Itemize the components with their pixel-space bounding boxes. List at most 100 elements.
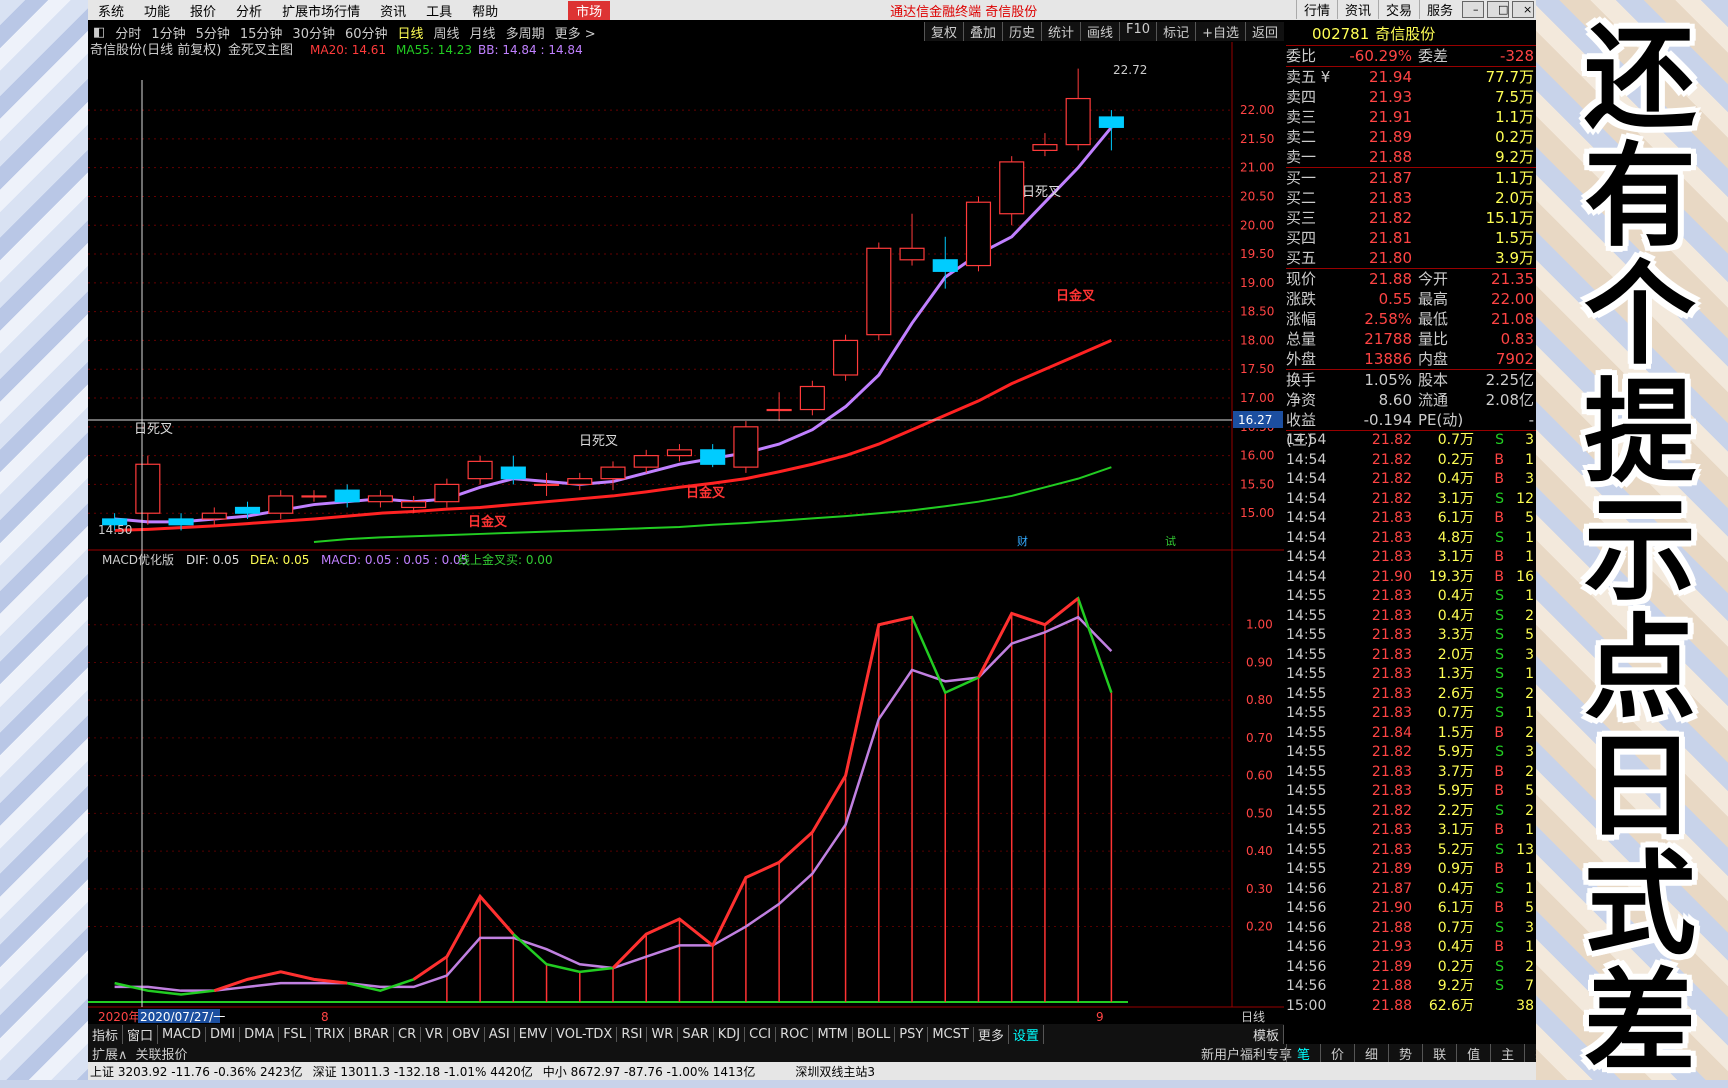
menu-item[interactable]: 资讯 — [370, 1, 416, 20]
chart-canvas[interactable]: 22.00 21.50 21.00 20.50 20.00 19.50 19.00 18.50… — [88, 42, 1284, 1024]
indicator-name[interactable]: 金死叉主图 — [228, 42, 293, 58]
indicator-tab[interactable]: PSY — [895, 1026, 929, 1042]
quote-tab[interactable]: 主 — [1490, 1044, 1524, 1063]
period-button[interactable]: 周线 — [429, 23, 465, 42]
bid-level[interactable]: 买四 21.81 1.5万 — [1286, 228, 1536, 248]
test-marker[interactable]: 试 — [1165, 535, 1176, 548]
tool-button[interactable]: 复权 — [923, 22, 963, 41]
tick-row: 14:55 21.83 0.4万 S 1 — [1286, 588, 1534, 604]
menu-item[interactable]: 功能 — [134, 1, 180, 20]
period-button[interactable]: 分时 — [110, 23, 146, 42]
period-button[interactable]: 15分钟 — [235, 23, 288, 42]
bid-level[interactable]: 买三 21.82 15.1万 — [1286, 208, 1536, 228]
ask-level[interactable]: 卖三 21.91 1.1万 — [1286, 107, 1536, 127]
quote-tab[interactable]: 笔 — [1286, 1044, 1320, 1063]
indicator-tab[interactable]: 窗口 — [123, 1024, 159, 1044]
date-axis — [88, 1008, 1232, 1024]
candle-body — [866, 247, 892, 336]
indicator-tab[interactable]: CR — [394, 1026, 422, 1042]
tick-list[interactable]: 14:54 21.82 0.7万 S 3 14:54 21.82 0.2万 B 1 14:54 21.… — [1286, 431, 1536, 1016]
tool-button[interactable]: 历史 — [1001, 22, 1041, 41]
period-button[interactable]: 1分钟 — [146, 23, 190, 42]
tool-button[interactable]: 标记 — [1156, 22, 1196, 41]
expand-button[interactable]: 扩展∧ — [88, 1044, 132, 1063]
indicator-tab[interactable]: VR — [421, 1026, 449, 1042]
indicator-tab[interactable]: KDJ — [714, 1026, 746, 1042]
period-button[interactable]: 60分钟 — [340, 23, 393, 42]
dea-label: DEA: 0.05 — [250, 553, 309, 567]
related-quote-button[interactable]: 关联报价 — [132, 1044, 192, 1063]
quote-tab[interactable]: 筹 — [1524, 1044, 1536, 1063]
indicator-tab[interactable]: FSL — [279, 1026, 311, 1042]
tool-button[interactable]: 返回 — [1244, 22, 1284, 41]
indicator-tab[interactable]: WR — [647, 1026, 679, 1042]
panel-toggle-icon[interactable]: ◧ — [88, 25, 110, 40]
indicator-tab[interactable]: BRAR — [350, 1026, 395, 1042]
ask-level[interactable]: 卖五 ¥21.94 77.7万 — [1286, 67, 1536, 87]
period-button[interactable]: 月线 — [465, 23, 501, 42]
tool-button[interactable]: 画线 — [1080, 22, 1120, 41]
quote-tab[interactable]: 价 — [1320, 1044, 1354, 1063]
right-menu-item[interactable]: 服务 — [1418, 0, 1460, 19]
market-tab[interactable]: 市场 — [568, 0, 611, 20]
ask-level[interactable]: 卖二 21.89 0.2万 — [1286, 127, 1536, 147]
right-menu-item[interactable]: 行情 — [1295, 0, 1337, 19]
right-menu-item[interactable]: 交易 — [1377, 0, 1419, 19]
period-button[interactable]: 30分钟 — [287, 23, 340, 42]
tool-button[interactable]: 统计 — [1041, 22, 1081, 41]
close-icon[interactable]: × — [1512, 1, 1534, 18]
period-button-active[interactable]: 日线 — [393, 23, 429, 42]
price-tick: 16.00 — [1240, 449, 1274, 463]
more-periods-button[interactable]: 更多 > — [550, 23, 601, 42]
indicator-tab[interactable]: OBV — [448, 1026, 485, 1042]
quote-tab[interactable]: 联 — [1422, 1044, 1456, 1063]
ask-level[interactable]: 卖四 21.93 7.5万 — [1286, 87, 1536, 107]
indicator-tab[interactable]: MTM — [813, 1026, 853, 1042]
bid-level[interactable]: 买二 21.83 2.0万 — [1286, 188, 1536, 208]
quote-tab[interactable]: 势 — [1388, 1044, 1422, 1063]
bid-level[interactable]: 买一 21.87 1.1万 — [1286, 168, 1536, 188]
indicator-tab[interactable]: 设置 — [1009, 1024, 1044, 1044]
indicator-tab[interactable]: MCST — [928, 1026, 974, 1042]
indicator-tab[interactable]: DMI — [206, 1026, 241, 1042]
bid-level[interactable]: 买五 21.80 3.9万 — [1286, 248, 1536, 268]
tool-button[interactable]: F10 — [1119, 22, 1157, 41]
tool-button[interactable]: +自选 — [1195, 22, 1245, 41]
menu-item[interactable]: 分析 — [226, 1, 272, 20]
menu-item[interactable]: 帮助 — [462, 1, 508, 20]
candle-body — [567, 478, 593, 486]
indicator-tab[interactable]: VOL-TDX — [552, 1026, 618, 1042]
quote-tab[interactable]: 细 — [1354, 1044, 1388, 1063]
indicator-tab[interactable]: 指标 — [88, 1024, 124, 1044]
menu-item[interactable]: 工具 — [416, 1, 462, 20]
indicator-tab[interactable]: EMV — [515, 1026, 553, 1042]
right-menu-item[interactable]: 资讯 — [1336, 0, 1378, 19]
ask-level[interactable]: 卖一 21.88 9.2万 — [1286, 147, 1536, 167]
template-button[interactable]: 模板 — [1249, 1024, 1284, 1044]
maximize-icon[interactable]: □ — [1487, 1, 1509, 18]
menu-item[interactable]: 报价 — [180, 1, 226, 20]
indicator-tab[interactable]: BOLL — [853, 1026, 896, 1042]
indicator-tab[interactable]: DMA — [240, 1026, 280, 1042]
period-button[interactable]: 5分钟 — [191, 23, 235, 42]
indicator-tab[interactable]: RSI — [617, 1026, 648, 1042]
indicator-tab[interactable]: TRIX — [311, 1026, 350, 1042]
indicator-tab[interactable]: ASI — [485, 1026, 515, 1042]
indicator-tab[interactable]: 更多 — [974, 1024, 1009, 1044]
minimize-icon[interactable]: – — [1462, 1, 1484, 18]
caption-overlay: 还有个提示点日式差 — [1560, 20, 1720, 1082]
tool-button[interactable]: 叠加 — [962, 22, 1002, 41]
finance-marker[interactable]: 财 — [1017, 534, 1028, 548]
indicator-tab[interactable]: SAR — [678, 1026, 714, 1042]
menu-item[interactable]: 系统 — [88, 1, 134, 20]
price-tick: 17.50 — [1240, 362, 1274, 376]
quote-tab[interactable]: 值 — [1456, 1044, 1490, 1063]
menu-item[interactable]: 扩展市场行情 — [272, 1, 370, 20]
indicator-tab[interactable]: MACD — [158, 1026, 206, 1042]
price-axis: 22.00 21.50 21.00 20.50 20.00 19.50 19.00 18.50… — [1240, 103, 1274, 520]
indicator-tab[interactable]: CCI — [745, 1026, 777, 1042]
period-button[interactable]: 多周期 — [501, 23, 550, 42]
promo-link[interactable]: 新用户福利专享 — [1197, 1044, 1296, 1063]
macd-name[interactable]: MACD优化版 — [102, 553, 174, 567]
indicator-tab[interactable]: ROC — [776, 1026, 814, 1042]
